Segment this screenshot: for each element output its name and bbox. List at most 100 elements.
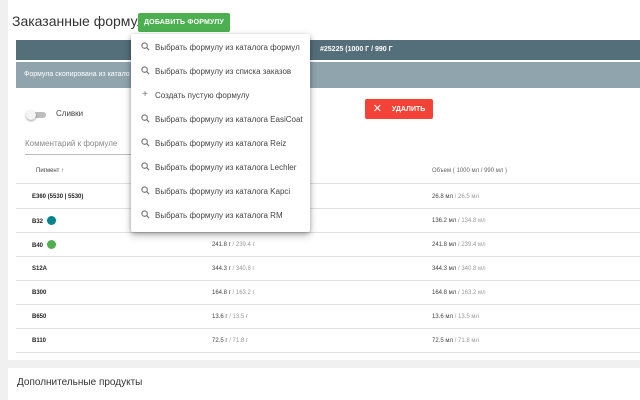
search-icon [140, 138, 150, 148]
pigment-name: B110 [32, 338, 47, 344]
copied-notice-bar: Формула скопирована из катало [16, 62, 640, 88]
menu-item-label: Выбрать формулу из каталога Lechler [155, 163, 297, 172]
formula-header-text: #25225 (1000 Г / 990 Г [320, 46, 393, 53]
search-icon [140, 210, 150, 220]
weight-cell: 241.8 г / 239.4 г [212, 242, 255, 248]
cream-toggle[interactable] [26, 110, 48, 120]
weight-target: / 71.8 г [227, 338, 249, 344]
toggle-knob [26, 110, 36, 120]
weight-value: 344.3 г [212, 266, 231, 272]
volume-target: / 239.4 мл [456, 242, 486, 248]
table-header: Пигмент ↑ Объем ( 1000 мл / 990 мл ) [16, 160, 640, 184]
extra-products-card: Дополнительные продукты [8, 368, 640, 400]
volume-target: / 340.8 мл [456, 266, 486, 272]
volume-value: 164.8 мл [432, 290, 457, 296]
volume-target: / 13.5 мл [452, 314, 479, 320]
pigment-cell: B650 [32, 314, 46, 320]
table-row: B32 136.2 мл / 134.8 мл [16, 209, 640, 233]
volume-target: / 134.8 мл [456, 218, 486, 224]
copied-notice-text: Формула скопирована из катало [24, 71, 130, 78]
formula-header-bar: #25225 (1000 Г / 990 Г [16, 40, 640, 60]
pigment-color-swatch [47, 216, 57, 225]
weight-cell: 344.3 г / 340.8 г [212, 266, 255, 272]
weight-value: 164.8 г [212, 290, 231, 296]
menu-item-label: Выбрать формулу из каталога Kapci [155, 187, 291, 196]
weight-value: 241.8 г [212, 242, 231, 248]
pigment-name: S12A [32, 266, 48, 272]
volume-value: 241.8 мл [432, 242, 457, 248]
add-formula-button[interactable]: ДОБАВИТЬ ФОРМУЛУ [138, 13, 230, 32]
volume-cell: 136.2 мл / 134.8 мл [432, 218, 486, 224]
volume-cell: 241.8 мл / 239.4 мл [432, 242, 486, 248]
pigment-cell: B110 [32, 338, 46, 344]
column-header-pigment[interactable]: Пигмент ↑ [36, 168, 64, 174]
menu-item[interactable]: Выбрать формулу из каталога Kapci [131, 179, 310, 203]
pigment-cell: B300 [32, 290, 46, 296]
weight-value: 13.6 г [212, 314, 228, 320]
weight-cell: 72.5 г / 71.8 г [212, 338, 248, 344]
weight-target: / 163.2 г [230, 290, 255, 296]
volume-cell: 13.6 мл / 13.5 мл [432, 314, 479, 320]
volume-value: 136.2 мл [432, 218, 457, 224]
volume-target: / 163.2 мл [456, 290, 486, 296]
pigment-name: B32 [32, 218, 44, 225]
weight-value: 72.5 г [212, 338, 228, 344]
menu-item[interactable]: Выбрать формулу из каталога EasiCoat [131, 107, 310, 131]
menu-item-label: Выбрать формулу из списка заказов [155, 67, 292, 76]
pigment-name: B650 [32, 314, 47, 320]
weight-cell: 13.6 г / 13.5 г [212, 314, 248, 320]
table-row: S12A 344.3 г / 340.8 г 344.3 мл / 340.8 мл [16, 257, 640, 281]
page-title: Заказанные формулы [12, 13, 156, 29]
cream-toggle-label: Сливки [56, 109, 84, 118]
search-icon [140, 42, 150, 52]
delete-button-label: УДАЛИТЬ [391, 105, 426, 113]
volume-cell: 72.5 мл / 71.8 мл [432, 338, 479, 344]
menu-item[interactable]: Выбрать формулу из каталога RM [131, 203, 310, 227]
table-row: B650 13.6 г / 13.5 г 13.6 мл / 13.5 мл [16, 305, 640, 329]
volume-value: 13.6 мл [432, 314, 453, 320]
pigment-cell: S12A [32, 266, 47, 272]
delete-button[interactable]: ✕ УДАЛИТЬ [365, 99, 433, 119]
table-row: B110 72.5 г / 71.8 г 72.5 мл / 71.8 мл [16, 329, 640, 353]
column-header-volume: Объем ( 1000 мл / 990 мл ) [432, 168, 508, 174]
pigment-name: E360 (5530 | 5530) [32, 194, 84, 200]
add-formula-menu: Выбрать формулу из каталога формул Выбрат… [131, 34, 310, 232]
volume-value: 26.8 мл [432, 194, 453, 200]
search-icon [140, 114, 150, 124]
volume-value: 72.5 мл [432, 338, 453, 344]
weight-target: / 340.8 г [230, 266, 255, 272]
volume-target: / 26.5 мл [452, 194, 479, 200]
menu-item[interactable]: Выбрать формулу из каталога Reiz [131, 131, 310, 155]
table-row: E360 (5530 | 5530) 26.8 мл / 26.5 мл [16, 185, 640, 209]
menu-item-label: Выбрать формулу из каталога формул [155, 43, 300, 52]
weight-target: / 13.5 г [227, 314, 249, 320]
extra-products-title: Дополнительные продукты [17, 377, 143, 388]
pigment-name: B300 [32, 290, 47, 296]
pigment-cell: B32 [32, 216, 57, 225]
menu-item[interactable]: Выбрать формулу из списка заказов [131, 59, 310, 83]
menu-item[interactable]: + Создать пустую формулу [131, 83, 310, 107]
menu-item-label: Выбрать формулу из каталога EasiCoat [155, 115, 303, 124]
search-icon [140, 66, 150, 76]
close-icon: ✕ [372, 102, 382, 115]
menu-item-label: Выбрать формулу из каталога RM [155, 211, 283, 220]
weight-target: / 239.4 г [230, 242, 255, 248]
weight-cell: 164.8 г / 163.2 г [212, 290, 255, 296]
volume-cell: 26.8 мл / 26.5 мл [432, 194, 479, 200]
menu-item[interactable]: Выбрать формулу из каталога Lechler [131, 155, 310, 179]
menu-item-label: Выбрать формулу из каталога Reiz [155, 139, 287, 148]
volume-cell: 164.8 мл / 163.2 мл [432, 290, 486, 296]
pigment-cell: B40 [32, 240, 57, 249]
menu-item-label: Создать пустую формулу [155, 91, 250, 100]
plus-icon: + [142, 89, 148, 100]
pigment-color-swatch [47, 240, 57, 249]
pigment-name: B40 [32, 242, 44, 249]
table-row: B300 164.8 г / 163.2 г 164.8 мл / 163.2 мл [16, 281, 640, 305]
pigment-cell: E360 (5530 | 5530) [32, 194, 83, 200]
search-icon [140, 162, 150, 172]
formulas-card: Заказанные формулы ДОБАВИТЬ ФОРМУЛУ #252… [8, 0, 640, 360]
volume-value: 344.3 мл [432, 266, 457, 272]
menu-item[interactable]: Выбрать формулу из каталога формул [131, 35, 310, 59]
volume-target: / 71.8 мл [452, 338, 479, 344]
volume-cell: 344.3 мл / 340.8 мл [432, 266, 486, 272]
